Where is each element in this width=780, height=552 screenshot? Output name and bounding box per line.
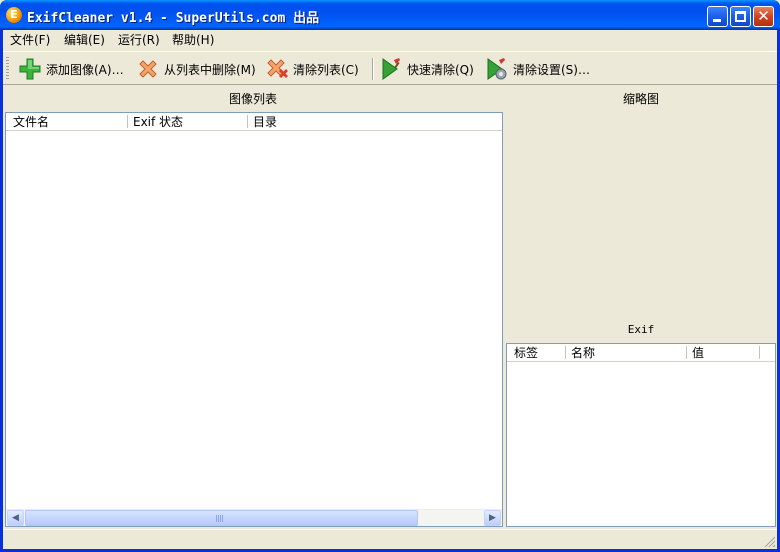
scroll-right-button[interactable]: ▶ — [484, 510, 501, 526]
menu-help[interactable]: 帮助(H) — [172, 33, 214, 48]
clear-list-label: 清除列表(C) — [293, 62, 359, 77]
app-icon-letter: E — [10, 8, 18, 21]
exif-title: Exif — [627, 323, 655, 336]
image-list-header: 文件名 Exif 状态 目录 — [6, 113, 502, 131]
thumbnail-preview — [506, 109, 776, 319]
toolbar: 添加图像(A)… 从列表中删除(M) 清除列表(C) 快速清除(Q) 清除设置(… — [3, 51, 777, 85]
clean-settings-label: 清除设置(S)… — [513, 62, 590, 77]
column-name[interactable]: 名称 — [566, 344, 595, 362]
delete-x-icon — [139, 60, 157, 78]
image-list[interactable]: 文件名 Exif 状态 目录 ◀ ▶ — [5, 112, 503, 527]
clear-list-button[interactable]: 清除列表(C) — [265, 56, 359, 82]
thumbnail-title: 缩略图 — [622, 92, 659, 106]
quick-clean-icon — [382, 58, 400, 80]
column-exif-status[interactable]: Exif 状态 — [128, 113, 183, 131]
column-value[interactable]: 值 — [687, 344, 704, 362]
close-button[interactable]: ✕ — [753, 6, 774, 27]
client-area: 文件(F) 编辑(E) 运行(R) 帮助(H) 添加图像(A)… 从列表中删除(… — [3, 30, 777, 549]
horizontal-scrollbar[interactable]: ◀ ▶ — [6, 509, 502, 526]
minimize-icon — [713, 19, 721, 22]
add-images-label: 添加图像(A)… — [46, 62, 124, 77]
app-icon[interactable]: E — [6, 7, 22, 23]
exif-list[interactable]: 标签 名称 值 — [506, 343, 776, 527]
column-tag[interactable]: 标签 — [509, 344, 538, 362]
menu-edit[interactable]: 编辑(E) — [64, 33, 105, 48]
scroll-grip-icon — [216, 515, 224, 522]
column-directory[interactable]: 目录 — [248, 113, 277, 131]
clear-list-icon — [267, 59, 288, 78]
minimize-button[interactable] — [707, 6, 728, 27]
column-divider[interactable] — [759, 346, 760, 359]
resize-grip-icon[interactable] — [763, 535, 775, 547]
window-title: ExifCleaner v1.4 - SuperUtils.com 出品 — [27, 11, 320, 26]
toolbar-separator — [372, 58, 374, 80]
remove-from-list-button[interactable]: 从列表中删除(M) — [136, 56, 256, 82]
close-icon: ✕ — [757, 7, 770, 25]
clean-settings-button[interactable]: 清除设置(S)… — [485, 56, 590, 82]
clean-settings-icon — [487, 58, 507, 80]
image-list-title: 图像列表 — [228, 92, 277, 106]
scroll-thumb[interactable] — [25, 510, 418, 526]
app-window: E ExifCleaner v1.4 - SuperUtils.com 出品 ✕… — [0, 0, 780, 552]
add-images-button[interactable]: 添加图像(A)… — [18, 56, 124, 82]
menu-bar: 文件(F) 编辑(E) 运行(R) 帮助(H) — [3, 30, 777, 50]
title-bar[interactable]: E ExifCleaner v1.4 - SuperUtils.com 出品 ✕ — [0, 0, 780, 30]
status-bar — [3, 529, 777, 549]
menu-file[interactable]: 文件(F) — [10, 33, 50, 48]
quick-clean-button[interactable]: 快速清除(Q) — [379, 56, 474, 82]
column-filename[interactable]: 文件名 — [8, 113, 49, 131]
plus-icon — [19, 58, 41, 80]
quick-clean-label: 快速清除(Q) — [407, 62, 474, 77]
remove-from-list-label: 从列表中删除(M) — [164, 62, 256, 77]
maximize-icon — [735, 11, 746, 22]
scroll-left-button[interactable]: ◀ — [7, 510, 24, 526]
maximize-button[interactable] — [730, 6, 751, 27]
toolbar-grip[interactable] — [6, 57, 9, 79]
menu-run[interactable]: 运行(R) — [118, 33, 160, 48]
exif-list-header: 标签 名称 值 — [507, 344, 775, 362]
